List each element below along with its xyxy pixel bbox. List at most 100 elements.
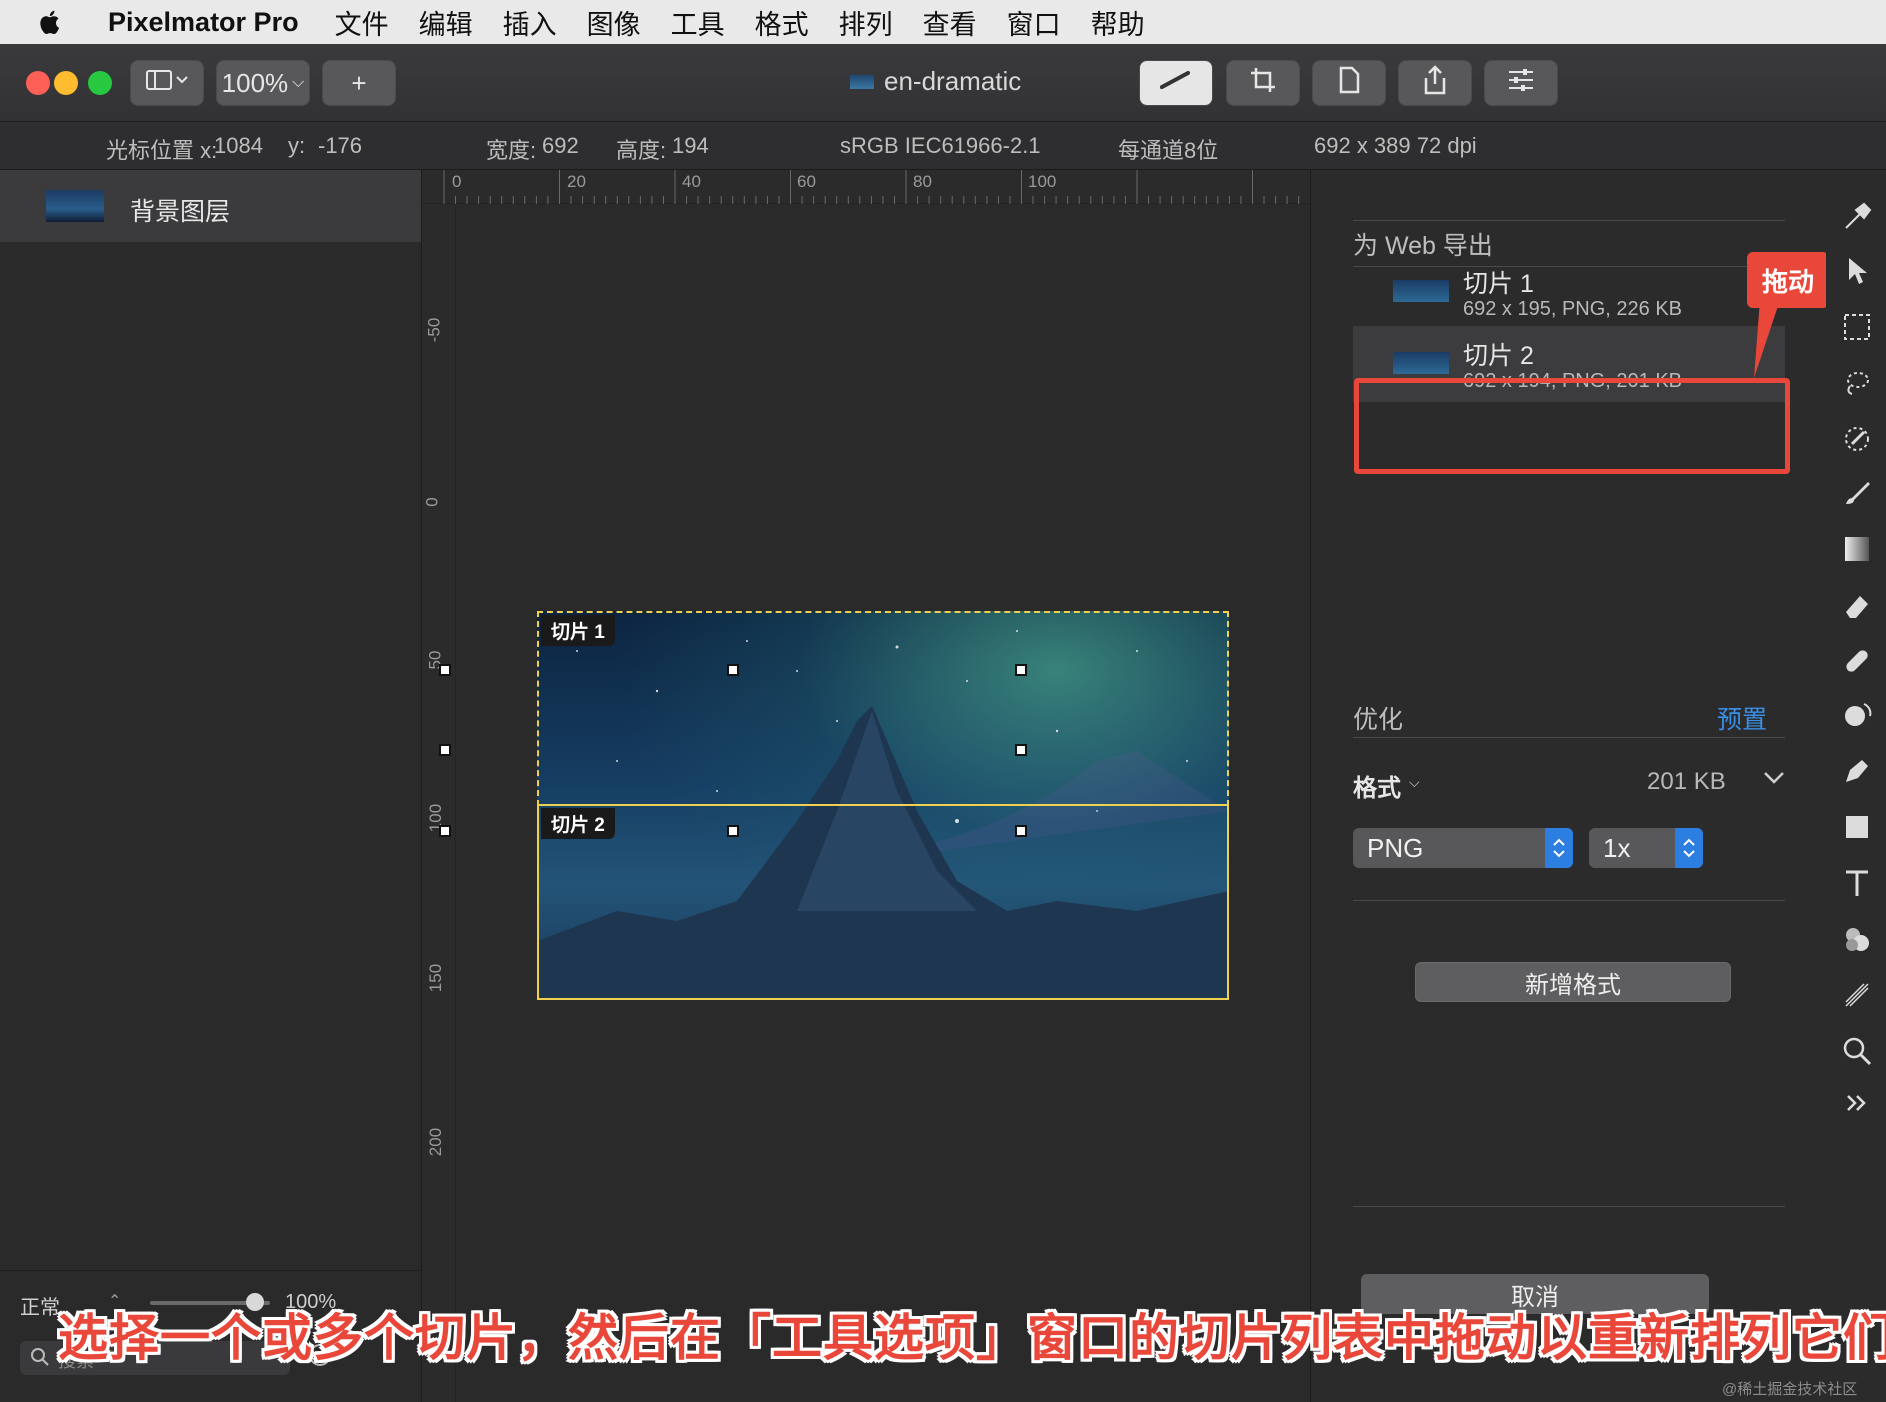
cursor-y-label: y: — [288, 133, 306, 158]
annotation-drag-callout: 拖动 — [1747, 252, 1829, 308]
color-profile: sRGB IEC61966-2.1 — [840, 133, 1041, 158]
share-icon — [1422, 64, 1448, 102]
updown-chevron-icon — [1675, 828, 1703, 868]
ruler-tick-label: -50 — [424, 317, 444, 343]
ruler-tick-label: 80 — [913, 172, 932, 191]
tool-options-button[interactable] — [1139, 60, 1213, 106]
width-label: 宽度: — [486, 138, 537, 163]
document-title: en-dramatic — [850, 66, 1021, 97]
zoom-level-dropdown[interactable]: 100% ⌵ — [216, 60, 310, 106]
repair-icon[interactable] — [1840, 644, 1874, 678]
app-menu[interactable]: Pixelmator Pro — [108, 7, 299, 38]
format-button[interactable] — [1312, 60, 1386, 106]
tool-strip — [1826, 170, 1886, 1402]
crop-button[interactable] — [1226, 60, 1300, 106]
divider — [1353, 737, 1785, 738]
collapse-chevron-icon[interactable] — [1763, 770, 1785, 791]
more-tools-icon[interactable] — [1840, 1086, 1874, 1120]
slice-handle-top-center[interactable] — [727, 664, 739, 676]
menu-bar: Pixelmator Pro 文件 编辑 插入 图像 工具 格式 排列 查看 窗… — [0, 0, 1886, 44]
scale-select[interactable]: 1x — [1589, 828, 1703, 868]
slice-handle-bottom-left[interactable] — [439, 825, 451, 837]
chevron-down-icon: ⌵ — [292, 74, 305, 91]
menu-view[interactable]: 查看 — [923, 3, 977, 42]
image-dimensions: 692 x 389 72 dpi — [1314, 133, 1477, 158]
rect-select-icon[interactable] — [1840, 310, 1874, 344]
slice-2-tag: 切片 2 — [541, 808, 615, 839]
menu-arrange[interactable]: 排列 — [839, 3, 893, 42]
slice-1-region[interactable]: 切片 1 — [537, 611, 1229, 806]
cursor-x-value: 1084 — [214, 133, 263, 158]
close-window-button[interactable] — [26, 71, 50, 95]
preset-button[interactable]: 预置 — [1717, 700, 1767, 736]
blend-mode-select[interactable]: 正常 — [20, 1291, 60, 1320]
ruler-tick-label: 150 — [426, 963, 446, 993]
file-format-select[interactable]: PNG — [1353, 828, 1573, 868]
search-icon — [30, 1347, 50, 1372]
slice-2-region[interactable]: 切片 2 — [537, 804, 1229, 1000]
ruler-tick-label: 60 — [797, 172, 816, 191]
document-image[interactable]: 切片 1 切片 2 — [537, 611, 1229, 1000]
share-button[interactable] — [1398, 60, 1472, 106]
menu-window[interactable]: 窗口 — [1007, 3, 1061, 42]
sidebar-toggle-button[interactable] — [130, 60, 204, 106]
height-value: 194 — [672, 133, 709, 158]
gradient-icon[interactable] — [1840, 532, 1874, 566]
divider — [1353, 1206, 1785, 1207]
effects-icon[interactable] — [1840, 978, 1874, 1012]
menu-image[interactable]: 图像 — [587, 3, 641, 42]
zoom-level-value: 100% — [221, 67, 289, 98]
optimize-title: 优化 — [1353, 706, 1404, 734]
annotation-arrow — [1754, 300, 1780, 378]
text-tool-icon[interactable] — [1840, 866, 1874, 900]
color-picker-icon[interactable] — [1840, 422, 1874, 456]
slice-handle-top-left[interactable] — [439, 664, 451, 676]
arrow-select-icon[interactable] — [1840, 254, 1874, 288]
ruler-tick-label: 100 — [1028, 172, 1057, 191]
slice-2-thumbnail — [1393, 352, 1449, 374]
menu-insert[interactable]: 插入 — [503, 3, 557, 42]
eraser-icon[interactable] — [1840, 588, 1874, 622]
lasso-icon[interactable] — [1840, 366, 1874, 400]
menu-format[interactable]: 格式 — [755, 3, 809, 42]
window-toolbar: 100% ⌵ + en-dramatic — [0, 44, 1886, 122]
slice-list-item-1[interactable]: 切片 1 692 x 195, PNG, 226 KB — [1353, 254, 1785, 330]
adjustments-button[interactable] — [1484, 60, 1558, 106]
divider — [1353, 900, 1785, 901]
format-label[interactable]: 格式 — [1353, 768, 1401, 803]
slice-handle-middle-right[interactable] — [1015, 744, 1027, 756]
paint-brush-icon[interactable] — [1840, 476, 1874, 510]
slice-handle-top-right[interactable] — [1015, 664, 1027, 676]
slice-handle-bottom-center[interactable] — [727, 825, 739, 837]
bit-depth: 每通道8位 — [1118, 138, 1219, 163]
slice-tool-icon[interactable] — [1840, 200, 1874, 234]
slice-1-name: 切片 1 — [1463, 270, 1534, 298]
add-button[interactable]: + — [322, 60, 396, 106]
menu-file[interactable]: 文件 — [335, 3, 389, 42]
format-size: 201 KB — [1647, 768, 1726, 795]
info-bar: 光标位置 x: 1084 y: -176 宽度: 692 高度: 194 sRG… — [0, 122, 1886, 170]
shape-icon[interactable] — [1840, 810, 1874, 844]
apple-menu-icon[interactable] — [38, 9, 94, 35]
zoom-tool-icon[interactable] — [1840, 1034, 1874, 1068]
slice-1-meta: 692 x 195, PNG, 226 KB — [1463, 298, 1683, 320]
retouch-icon[interactable] — [1840, 698, 1874, 732]
menu-help[interactable]: 帮助 — [1091, 3, 1145, 42]
slice-handle-bottom-right[interactable] — [1015, 825, 1027, 837]
slice-handle-middle-left[interactable] — [439, 744, 451, 756]
ruler-tick-label: 200 — [426, 1127, 446, 1157]
menu-edit[interactable]: 编辑 — [419, 3, 473, 42]
menu-tools[interactable]: 工具 — [671, 3, 725, 42]
divider — [1353, 220, 1785, 221]
add-format-button[interactable]: 新增格式 — [1415, 962, 1731, 1002]
layer-row[interactable]: 背景图层 — [0, 170, 421, 242]
zoom-window-button[interactable] — [88, 71, 112, 95]
color-adjust-icon[interactable] — [1840, 922, 1874, 956]
cursor-x-label: 光标位置 x: — [106, 138, 218, 163]
tool-options-panel: 为 Web 导出 切片 1 692 x 195, PNG, 226 KB 切片 … — [1310, 170, 1826, 1402]
ruler-tick-label: 20 — [567, 172, 586, 191]
annotation-highlight-box — [1354, 378, 1790, 474]
layer-name: 背景图层 — [130, 198, 231, 226]
minimize-window-button[interactable] — [54, 71, 78, 95]
pen-icon[interactable] — [1840, 754, 1874, 788]
